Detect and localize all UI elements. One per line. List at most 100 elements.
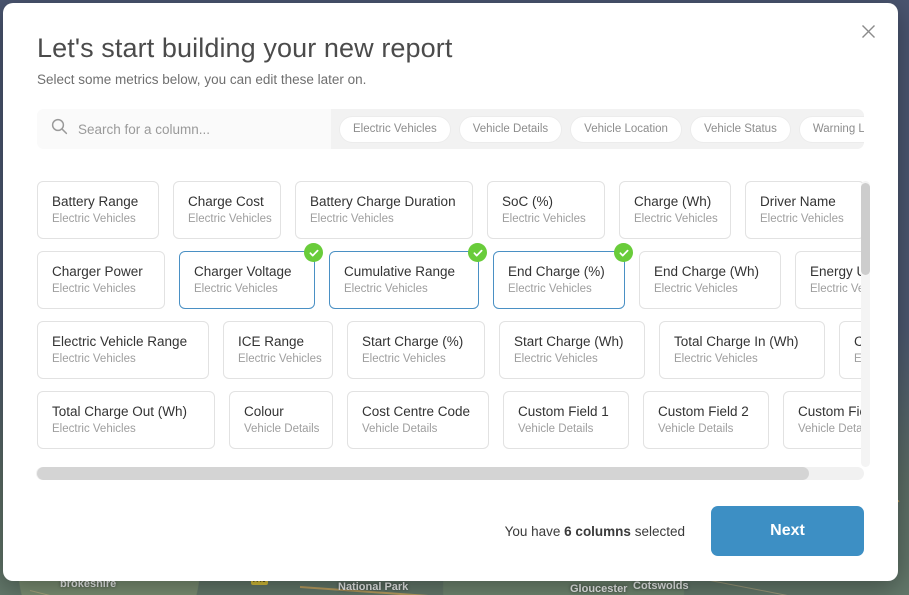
metric-card-title: Battery Range: [52, 193, 144, 210]
modal-header: Let's start building your new report Sel…: [3, 3, 898, 87]
metric-card-group: Electric Vehicles: [238, 352, 318, 366]
metric-card[interactable]: Electric Vehicle Range Electric Vehicles: [37, 321, 209, 379]
next-button[interactable]: Next: [711, 506, 864, 556]
metric-card[interactable]: Total Charge Out (Wh)Electric Vehicles: [37, 391, 215, 449]
search-input[interactable]: [78, 122, 317, 137]
metric-card[interactable]: Cost Centre Code Vehicle Details: [347, 391, 489, 449]
metric-card[interactable]: End Charge (%) Electric Vehicles: [493, 251, 625, 309]
metric-card-title: Custom Field 1: [518, 403, 614, 420]
metric-card-title: Total Charge Out (Wh): [52, 403, 200, 420]
category-chip-0[interactable]: Electric Vehicles: [339, 116, 451, 143]
metric-card-title: End Charge (Wh): [654, 263, 766, 280]
metric-card-title: ICE Range: [238, 333, 318, 350]
metric-card[interactable]: Cumulative RangeElectric Vehicles: [329, 251, 479, 309]
metric-card-title: Battery Charge Duration: [310, 193, 458, 210]
metric-card-group: Vehicle Details: [362, 422, 474, 436]
metric-card-group: Electric Vehicles: [634, 212, 716, 226]
metric-card[interactable]: End Charge (Wh) Electric Vehicles: [639, 251, 781, 309]
metric-card-title: End Charge (%): [508, 263, 610, 280]
metric-card[interactable]: Charge Cost Electric Vehicles: [173, 181, 281, 239]
report-builder-modal: Let's start building your new report Sel…: [3, 3, 898, 581]
map-label-gloucester: Gloucester: [570, 583, 627, 595]
category-chip-2[interactable]: Vehicle Location: [570, 116, 682, 143]
metric-card-group: Electric Vehicles: [502, 212, 590, 226]
horizontal-scrollbar[interactable]: [36, 467, 864, 480]
metric-card-group: Electric Vehicles: [362, 352, 470, 366]
metric-card-group: Electric Vehicles: [52, 212, 144, 226]
metric-card[interactable]: Custom Field 1 Vehicle Details: [503, 391, 629, 449]
vertical-scrollbar-thumb[interactable]: [861, 183, 870, 275]
metric-card-title: Charger Voltage: [194, 263, 300, 280]
close-icon[interactable]: [856, 19, 880, 43]
metric-card-group: Electric Vehicles: [194, 282, 300, 296]
metric-card-title: Custom Field 3: [798, 403, 865, 420]
metric-card-title: Electric Vehicle Range: [52, 333, 194, 350]
metric-card[interactable]: Energy UsedElectric Vehicles: [795, 251, 865, 309]
horizontal-scrollbar-thumb[interactable]: [37, 467, 809, 480]
metric-card[interactable]: SoC (%)Electric Vehicles: [487, 181, 605, 239]
metric-card-title: Total Charge In (Wh): [674, 333, 810, 350]
metric-card[interactable]: Battery Charge Duration Electric Vehicles: [295, 181, 473, 239]
map-label-national-park: National Park: [338, 581, 408, 593]
metric-card-group: Electric Vehicles: [310, 212, 458, 226]
selection-prefix: You have: [505, 524, 565, 539]
metric-card[interactable]: Colour Vehicle Details: [229, 391, 333, 449]
metric-card-group: Electric Vehicles: [514, 352, 630, 366]
vertical-scrollbar[interactable]: [861, 181, 870, 467]
map-label-cotswolds: Cotswolds: [633, 580, 689, 592]
metric-card-group: Electric Vehicles: [508, 282, 610, 296]
metric-card-title: Charger Power: [52, 263, 150, 280]
category-chip-4[interactable]: Warning Lights: [799, 116, 864, 143]
metric-card-title: Start Charge (%): [362, 333, 470, 350]
metric-card-title: Colour: [244, 403, 318, 420]
selection-count: 6 columns: [564, 524, 631, 539]
selection-summary: You have 6 columns selected: [505, 524, 685, 539]
screen: A40 brokeshire National Park Gloucester …: [0, 0, 909, 595]
metric-card-group: Electric Vehicles: [810, 282, 865, 296]
metric-card[interactable]: Start Charge (%) Electric Vehicles: [347, 321, 485, 379]
metric-card[interactable]: Driver NameElectric Vehicles: [745, 181, 865, 239]
metric-card[interactable]: ICE Range Electric Vehicles: [223, 321, 333, 379]
metric-card-title: Driver Name: [760, 193, 850, 210]
metric-card[interactable]: Custom Field 3 Vehicle Details: [783, 391, 865, 449]
metric-card-title: Cost Centre Code: [362, 403, 474, 420]
metric-card-group: Vehicle Details: [798, 422, 865, 436]
metric-card[interactable]: Charge (Wh) Electric Vehicles: [619, 181, 731, 239]
page-subtitle: Select some metrics below, you can edit …: [37, 72, 864, 87]
metric-card-group: Electric Vehicles: [654, 282, 766, 296]
check-icon: [304, 243, 323, 262]
metric-card-group: Electric Vehicles: [52, 282, 150, 296]
metric-card-group: Electric Vehicles: [674, 352, 810, 366]
metric-card[interactable]: Charger Voltage Electric Vehicles: [179, 251, 315, 309]
category-chip-3[interactable]: Vehicle Status: [690, 116, 791, 143]
metric-card-title: Charge (Wh): [634, 193, 716, 210]
category-chip-1[interactable]: Vehicle Details: [459, 116, 562, 143]
metric-card-title: Custom Field 2: [658, 403, 754, 420]
metric-card-title: Start Charge (Wh): [514, 333, 630, 350]
metrics-grid-row: Total Charge Out (Wh)Electric VehiclesCo…: [37, 391, 865, 449]
metric-card[interactable]: Start Charge (Wh) Electric Vehicles: [499, 321, 645, 379]
metric-card[interactable]: Battery Range Electric Vehicles: [37, 181, 159, 239]
page-title: Let's start building your new report: [37, 31, 864, 65]
metrics-grid-row: Electric Vehicle RangeElectric VehiclesI…: [37, 321, 865, 379]
metric-card-title: Charge Cost: [188, 193, 266, 210]
selection-suffix: selected: [631, 524, 685, 539]
metric-card-group: Vehicle Details: [658, 422, 754, 436]
metric-card-group: Electric Vehicles: [188, 212, 266, 226]
modal-footer: You have 6 columns selected Next: [3, 495, 898, 567]
metric-card[interactable]: Charger Power Electric Vehicles: [37, 251, 165, 309]
metric-card[interactable]: Total Charge In (Wh) Electric Vehicles: [659, 321, 825, 379]
category-chip-list: Electric Vehicles Vehicle Details Vehicle …: [331, 109, 864, 149]
check-icon: [468, 243, 487, 262]
check-icon: [614, 243, 633, 262]
metrics-grid-row: Charger PowerElectric VehiclesCharger Vo…: [37, 251, 865, 309]
metric-card-group: Vehicle Details: [244, 422, 318, 436]
metrics-grid-row: Battery RangeElectric VehiclesCharge Cos…: [37, 181, 865, 239]
metric-card-group: Electric Vehicles: [344, 282, 464, 296]
metric-card[interactable]: Custom Field 2 Vehicle Details: [643, 391, 769, 449]
metric-card-group: Vehicle Details: [518, 422, 614, 436]
metrics-grid-viewport: Battery RangeElectric VehiclesCharge Cos…: [37, 181, 865, 467]
metrics-grid: Battery RangeElectric VehiclesCharge Cos…: [37, 181, 865, 449]
metric-card-group: Electric Vehicles: [52, 352, 194, 366]
search-box[interactable]: [37, 109, 331, 149]
